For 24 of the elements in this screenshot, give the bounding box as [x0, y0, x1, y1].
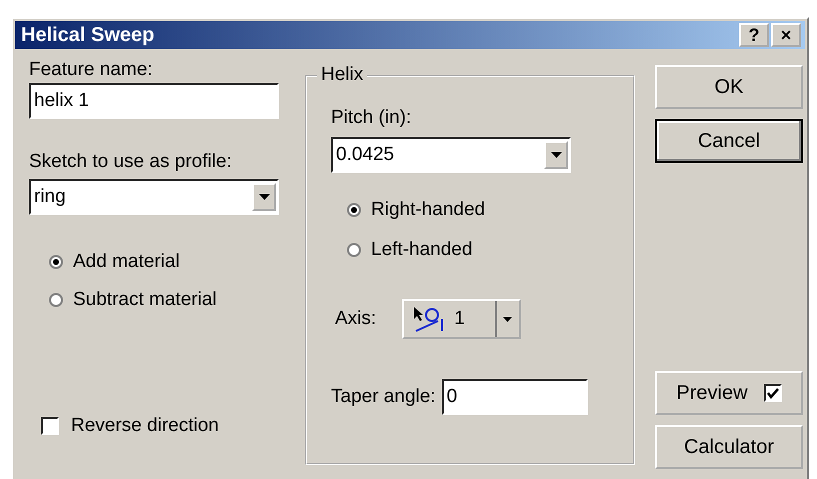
- pitch-dropdown[interactable]: 0.0425: [331, 137, 571, 173]
- profile-dropdown[interactable]: ring: [29, 179, 279, 215]
- feature-name-field[interactable]: helix 1: [29, 83, 279, 119]
- close-button[interactable]: ×: [771, 23, 801, 47]
- radio-option[interactable]: Add material: [49, 251, 217, 273]
- axis-selector[interactable]: 1: [402, 299, 521, 339]
- radio-option[interactable]: Left-handed: [347, 239, 486, 261]
- window-title: Helical Sweep: [21, 24, 154, 46]
- help-button[interactable]: ?: [739, 23, 769, 47]
- ok-button[interactable]: OK: [655, 65, 803, 109]
- feature-name-label: Feature name:: [29, 59, 153, 81]
- reverse-direction-checkbox[interactable]: Reverse direction: [41, 415, 219, 437]
- taper-angle-field[interactable]: 0: [442, 379, 588, 415]
- dropdown-arrow-icon: [503, 316, 512, 322]
- profile-label: Sketch to use as profile:: [29, 151, 232, 173]
- calculator-button[interactable]: Calculator: [655, 425, 803, 469]
- cancel-button[interactable]: Cancel: [655, 119, 803, 163]
- pitch-label: Pitch (in):: [331, 107, 412, 129]
- taper-angle-label: Taper angle:: [331, 386, 436, 408]
- checkmark-icon: [766, 386, 780, 400]
- preview-toggle-button[interactable]: Preview: [655, 371, 803, 415]
- radio-option[interactable]: Right-handed: [347, 199, 486, 221]
- radio-option[interactable]: Subtract material: [49, 289, 217, 311]
- axis-label: Axis:: [335, 308, 376, 330]
